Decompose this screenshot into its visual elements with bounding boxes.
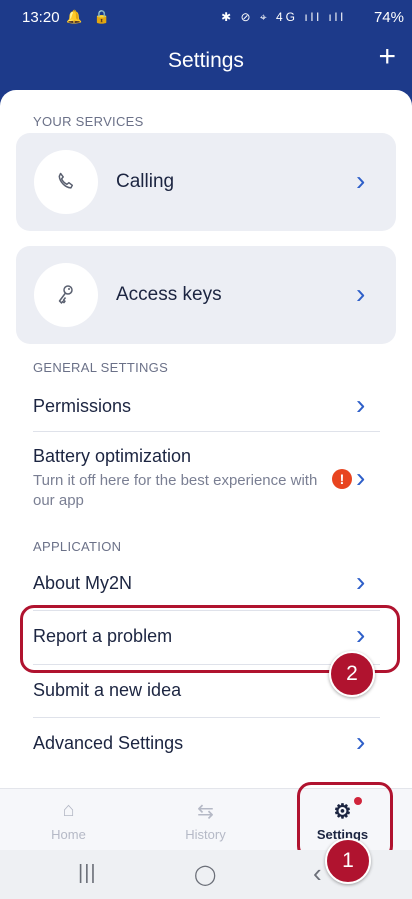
- access-keys-card[interactable]: Access keys ›: [16, 246, 396, 344]
- permissions-label: Permissions: [33, 396, 132, 416]
- access-keys-label: Access keys: [116, 284, 222, 305]
- status-time: 13:20: [22, 9, 60, 26]
- status-right-icons: ✱ ⊘ ⌖ 4G ıll ıll: [221, 10, 346, 24]
- permissions-row[interactable]: Permissions ›: [16, 386, 396, 430]
- history-icon: ⇆: [197, 801, 214, 823]
- chevron-right-icon: ›: [356, 462, 366, 493]
- chevron-right-icon: ›: [356, 726, 366, 757]
- tab-home-label: Home: [51, 827, 86, 842]
- step-2-badge: 2: [329, 651, 375, 697]
- advanced-settings-row[interactable]: Advanced Settings ›: [16, 722, 396, 766]
- tab-history-label: History: [185, 827, 226, 842]
- keys-icon: [34, 263, 98, 327]
- app-header: Settings +: [0, 36, 412, 88]
- calling-card[interactable]: Calling ›: [16, 133, 396, 231]
- phone-icon: [34, 150, 98, 214]
- back-button[interactable]: ‹: [313, 858, 322, 889]
- about-label: About My2N: [33, 573, 133, 593]
- battery-optimization-label: Battery optimization: [33, 446, 192, 466]
- divider: [33, 717, 380, 718]
- chevron-right-icon: ›: [356, 165, 366, 196]
- battery-optimization-hint: Turn it off here for the best experience…: [33, 472, 318, 509]
- battery-level: 74%: [373, 9, 404, 26]
- section-your-services: YOUR SERVICES: [33, 114, 144, 129]
- page-title: Settings: [168, 49, 244, 72]
- status-bar: 13:20 🔔 🔒 ✱ ⊘ ⌖ 4G ıll ıll 74%: [0, 0, 412, 36]
- section-application: APPLICATION: [33, 539, 122, 554]
- advanced-settings-label: Advanced Settings: [33, 733, 184, 753]
- step-1-badge: 1: [325, 838, 371, 884]
- home-button[interactable]: ◯: [194, 862, 216, 887]
- tab-home[interactable]: ⌂ Home: [0, 789, 137, 851]
- submit-idea-label: Submit a new idea: [33, 680, 182, 700]
- chevron-right-icon: ›: [356, 389, 366, 420]
- home-icon: ⌂: [62, 799, 75, 821]
- tab-history[interactable]: ⇆ History: [137, 789, 274, 851]
- chevron-right-icon: ›: [356, 278, 366, 309]
- status-left-icons: 🔔 🔒: [66, 9, 114, 24]
- section-general-settings: GENERAL SETTINGS: [33, 360, 169, 375]
- recents-button[interactable]: |||: [78, 862, 97, 885]
- add-icon[interactable]: +: [378, 42, 396, 72]
- calling-label: Calling: [116, 171, 175, 192]
- divider: [33, 431, 380, 432]
- about-row[interactable]: About My2N ›: [16, 562, 396, 606]
- chevron-right-icon: ›: [356, 566, 366, 597]
- battery-optimization-row[interactable]: Battery optimization Turn it off here fo…: [16, 436, 396, 518]
- warning-icon: !: [332, 469, 352, 489]
